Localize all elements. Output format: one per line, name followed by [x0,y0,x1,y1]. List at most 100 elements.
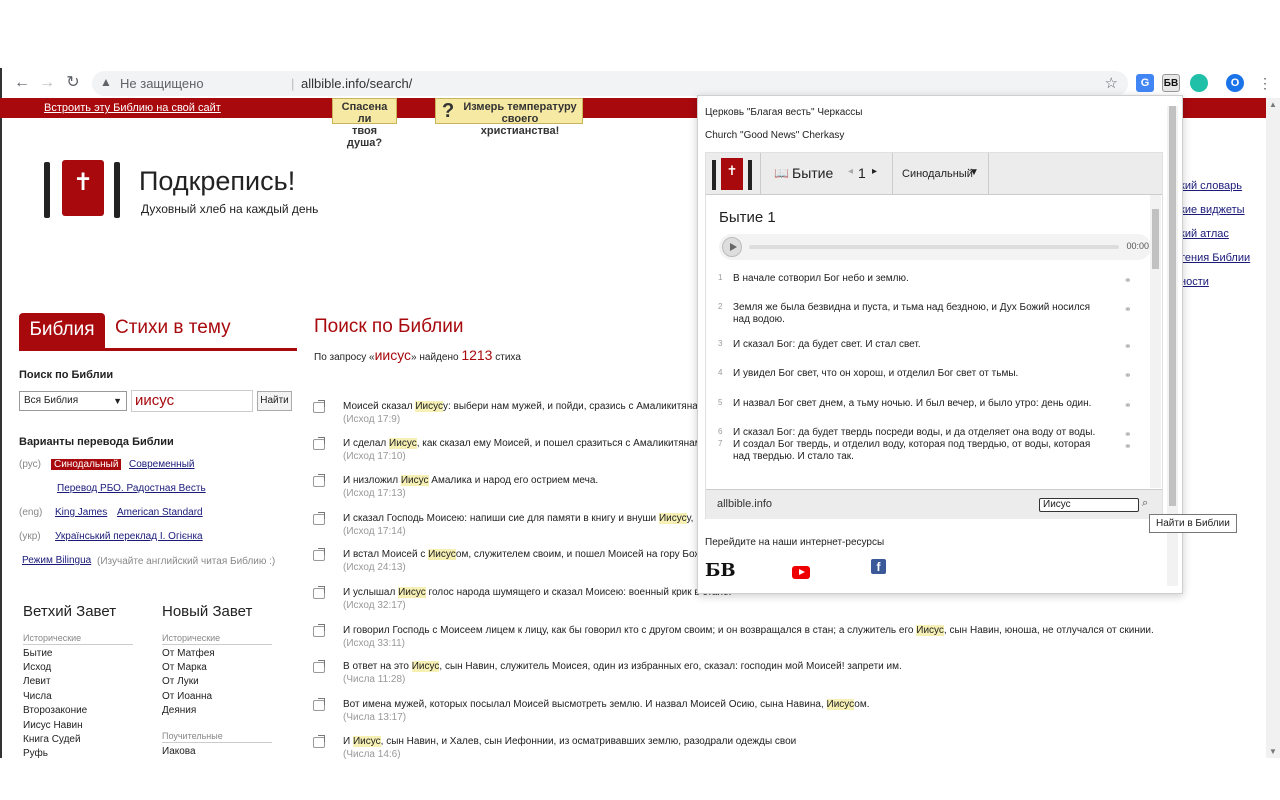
result-item: И Иисус, сын Навин, и Халев, сын Иефонни… [313,735,1153,768]
open-verse-icon[interactable] [313,512,325,525]
search-input[interactable]: иисус [131,390,253,412]
book-link[interactable]: Второзаконие [23,705,87,716]
forward-button[interactable]: → [37,73,57,93]
reload-button[interactable]: ↻ [63,73,83,93]
knife-icon [114,162,120,218]
book-selector[interactable]: Бытие [792,165,833,181]
book-link[interactable]: Книга Судей [23,734,81,745]
book-link[interactable]: Иисус Навин [23,720,83,731]
bb-extension-icon[interactable]: БВ [1162,74,1180,92]
verse-scrollbar-thumb[interactable] [1152,209,1159,269]
open-verse-icon[interactable] [313,735,325,748]
right-link-reading[interactable]: тения Библии [1180,252,1250,264]
open-verse-icon[interactable] [313,586,325,599]
translation-kjv[interactable]: King James [55,507,107,518]
right-link-other[interactable]: ности [1180,276,1209,288]
book-link[interactable]: От Матфея [162,648,215,659]
open-verse-icon[interactable] [313,624,325,637]
widget-search-input[interactable]: Иисус [1039,498,1139,512]
result-reference[interactable]: (Исход 17:14) [343,526,406,537]
find-button[interactable]: Найти [257,391,292,411]
embed-bible-link[interactable]: Встроить эту Библию на свой сайт [44,102,221,114]
translate-extension-icon[interactable]: G [1136,74,1154,92]
tab-bible[interactable]: Библия [19,313,105,349]
tab-topical-verses[interactable]: Стихи в тему [115,317,231,339]
security-label[interactable]: Не защищено [120,76,204,91]
result-reference[interactable]: (Исход 17:10) [343,451,406,462]
translation-asv[interactable]: American Standard [117,507,203,518]
profile-avatar[interactable]: O [1226,74,1244,92]
footer-site-link[interactable]: allbible.info [717,498,772,510]
bookmark-star-icon[interactable]: ☆ [1105,74,1118,92]
scroll-down-icon[interactable]: ▼ [1269,747,1277,756]
book-link[interactable]: Руфь [23,748,48,759]
link-icon[interactable]: ⚭ [1124,304,1132,315]
book-link[interactable]: От Луки [162,676,199,687]
verse-text: Земля же была безвидна и пуста, и тьма н… [733,302,1091,325]
right-link-widgets[interactable]: кие виджеты [1180,204,1245,216]
youtube-icon[interactable] [792,566,810,579]
link-icon[interactable]: ⚭ [1124,341,1132,352]
url-text[interactable]: allbible.info/search/ [301,76,412,91]
result-reference[interactable]: (Исход 17:9) [343,414,400,425]
open-verse-icon[interactable] [313,400,325,413]
audio-progress-track[interactable] [749,245,1119,249]
translation-ogienko[interactable]: Український переклад І. Огієнка [55,531,203,542]
open-verse-icon[interactable] [313,548,325,561]
result-reference[interactable]: (Исход 17:13) [343,488,406,499]
link-icon[interactable]: ⚭ [1124,400,1132,411]
open-verse-icon[interactable] [313,698,325,711]
widget-logo[interactable]: ✝ [712,158,752,190]
link-icon[interactable]: ⚭ [1124,441,1132,452]
measure-line2: своего христианства! [480,113,560,137]
link-icon[interactable]: ⚭ [1124,275,1132,286]
link-icon[interactable]: ⚭ [1124,370,1132,381]
right-link-atlas[interactable]: кий атлас [1180,228,1229,240]
measure-temperature-button[interactable]: ? Измерь температуру своего христианства… [435,98,583,137]
play-icon[interactable] [722,237,742,257]
popup-scrollbar-thumb[interactable] [1169,106,1176,506]
result-reference[interactable]: (Числа 14:6) [343,749,401,760]
nt-category-teaching: Поучительные [162,731,272,743]
back-button[interactable]: ← [12,73,32,93]
translation-rbo[interactable]: Перевод РБО. Радостная Весть [57,483,206,494]
prev-chapter-icon[interactable]: ◂ [848,166,853,177]
translation-synodal[interactable]: Синодальный [51,459,122,470]
scroll-up-icon[interactable]: ▲ [1269,100,1277,109]
open-verse-icon[interactable] [313,474,325,487]
bilingua-link[interactable]: Режим Bilingua [22,555,91,566]
caret-down-icon[interactable]: ▼ [969,167,979,178]
result-reference[interactable]: (Исход 24:13) [343,562,406,573]
address-bar[interactable]: ▲ Не защищено | allbible.info/search/ ☆ [92,71,1128,96]
book-link[interactable]: Иакова [162,746,196,757]
book-icon[interactable]: 📖 [774,166,789,180]
book-link[interactable]: Деяния [162,705,196,716]
saved-soul-button[interactable]: Спасена ли твоя душа? [332,98,397,149]
next-chapter-icon[interactable]: ▸ [872,166,877,177]
result-reference[interactable]: (Исход 32:17) [343,600,406,611]
search-icon[interactable]: ⌕ [1142,497,1148,510]
result-reference[interactable]: (Числа 11:28) [343,674,405,685]
result-reference[interactable]: (Числа 13:17) [343,712,406,723]
open-verse-icon[interactable] [313,660,325,673]
warning-icon[interactable]: ▲ [100,75,112,89]
book-link[interactable]: От Иоанна [162,691,212,702]
book-link[interactable]: Бытие [23,648,52,659]
open-verse-icon[interactable] [313,437,325,450]
result-reference[interactable]: (Исход 33:11) [343,638,405,649]
verse-scrollbar[interactable] [1150,195,1161,488]
book-link[interactable]: Левит [23,676,51,687]
browser-menu-icon[interactable]: ⋮ [1255,73,1275,93]
translation-modern[interactable]: Современный [129,459,194,470]
book-link[interactable]: Числа [23,691,52,702]
right-link-dictionary[interactable]: кий словарь [1180,180,1242,192]
book-link[interactable]: Исход [23,662,51,673]
facebook-icon[interactable]: f [871,559,886,574]
book-link[interactable]: От Марка [162,662,207,673]
chapter-number[interactable]: 1 [858,165,866,181]
translation-dropdown[interactable]: Синодальный [902,168,973,180]
page-scrollbar[interactable]: ▲ ▼ [1266,98,1280,758]
scope-select[interactable]: Вся Библия ▼ [19,391,127,411]
extension-circle-icon[interactable] [1190,74,1208,92]
bb-logo-icon[interactable]: БВ [705,560,736,581]
